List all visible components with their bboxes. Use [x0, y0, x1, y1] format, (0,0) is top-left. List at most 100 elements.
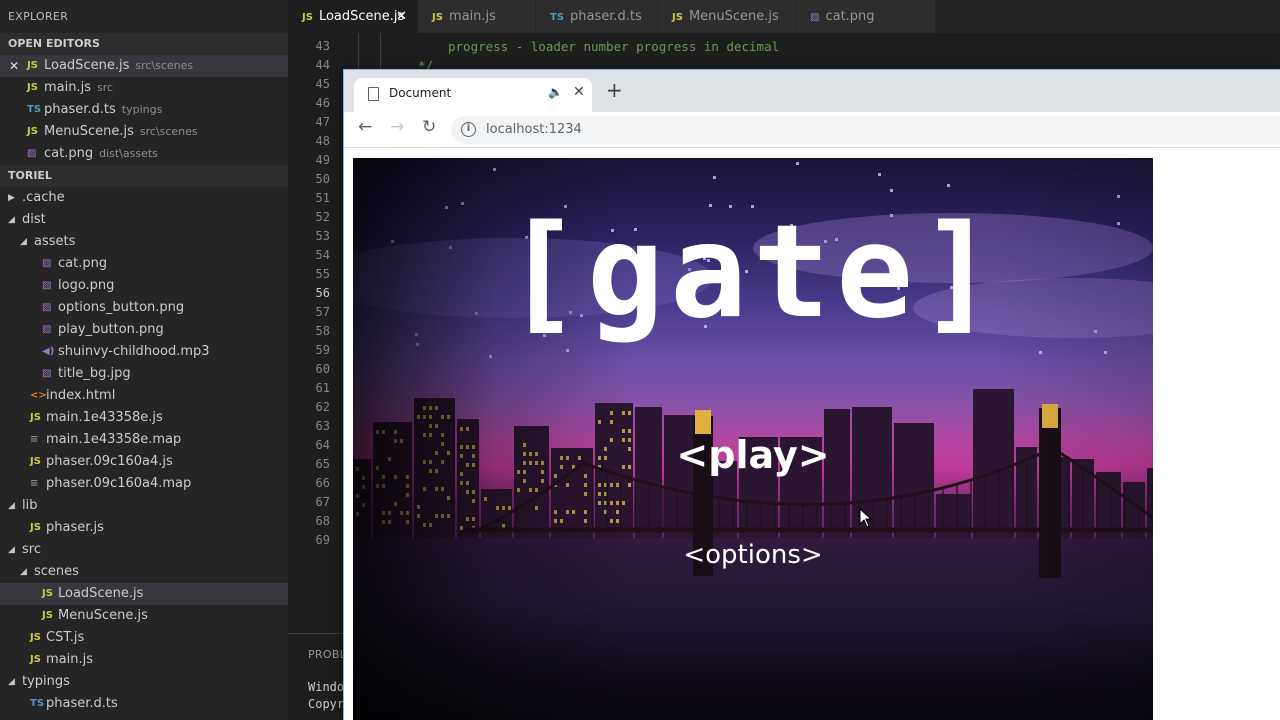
editor-tabs: JS LoadScene.js ✕ JS main.js TS phaser.d.ts JS M…: [288, 0, 1280, 33]
options-button[interactable]: <options>: [353, 540, 1153, 570]
folder-item[interactable]: ◢ assets: [0, 231, 288, 253]
bottom-shade: [353, 601, 1153, 720]
file-name-text: cat.png: [44, 146, 94, 161]
project-header[interactable]: TORIEL: [0, 165, 288, 187]
editor-tab[interactable]: TS phaser.d.ts: [536, 0, 658, 33]
js-file-icon: JS: [30, 412, 41, 423]
speaker-icon[interactable]: 🔈: [548, 85, 563, 99]
open-editor-item[interactable]: TS phaser.d.ts typings: [0, 99, 288, 121]
file-name-text: main.js: [44, 80, 91, 95]
tree-item-label: play_button.png: [58, 322, 164, 337]
code-line: progress - loader number progress in dec…: [448, 39, 780, 54]
close-icon[interactable]: ✕: [9, 55, 19, 77]
new-tab-button[interactable]: +: [606, 80, 623, 100]
chevron-down-icon[interactable]: ◢: [8, 495, 15, 517]
folder-item[interactable]: ◢ lib: [0, 495, 288, 517]
file-tree: ▶ .cache ◢ dist ◢ assets ▨ cat.png ▨ logo.png ▨ opt…: [0, 187, 288, 715]
tree-item-label: phaser.js: [46, 520, 104, 535]
file-path-description: typings: [121, 103, 163, 116]
file-name: MenuScene.js src\scenes: [44, 121, 198, 143]
file-item[interactable]: JS phaser.09c160a4.js: [0, 451, 288, 473]
js-file-icon: JS: [27, 60, 38, 71]
open-editors-header[interactable]: OPEN EDITORS: [0, 33, 288, 55]
editor-tab[interactable]: JS LoadScene.js ✕: [288, 0, 418, 33]
line-number: 62: [315, 400, 330, 414]
line-number: 68: [315, 514, 330, 528]
file-item[interactable]: ≡ main.1e43358e.map: [0, 429, 288, 451]
chevron-down-icon[interactable]: ◢: [8, 671, 15, 693]
forward-button[interactable]: →: [390, 119, 404, 136]
line-number: 51: [315, 191, 330, 205]
js-file-icon: JS: [30, 522, 41, 533]
chevron-down-icon[interactable]: ◢: [20, 561, 27, 583]
tree-item-label: LoadScene.js: [58, 586, 144, 601]
editor-tab[interactable]: JS main.js: [418, 0, 536, 33]
chevron-down-icon[interactable]: ◢: [20, 231, 27, 253]
file-item[interactable]: ▨ cat.png: [0, 253, 288, 275]
file-item[interactable]: ▨ play_button.png: [0, 319, 288, 341]
file-item[interactable]: ◀) shuinvy-childhood.mp3: [0, 341, 288, 363]
game-canvas[interactable]: [gate] <play> <options>: [353, 158, 1153, 720]
editor-tab[interactable]: JS MenuScene.js: [658, 0, 796, 33]
editor-tab[interactable]: ▨ cat.png: [796, 0, 936, 33]
file-item[interactable]: ▨ logo.png: [0, 275, 288, 297]
file-item[interactable]: TS phaser.d.ts: [0, 693, 288, 715]
folder-item[interactable]: ◢ dist: [0, 209, 288, 231]
tree-item-label: logo.png: [58, 278, 115, 293]
game-logo-title: [gate]: [503, 198, 1003, 347]
file-item[interactable]: ≡ phaser.09c160a4.map: [0, 473, 288, 495]
browser-tab[interactable]: Document 🔈 ✕: [354, 78, 592, 112]
play-button[interactable]: <play>: [353, 433, 1153, 477]
file-item[interactable]: JS phaser.js: [0, 517, 288, 539]
file-item[interactable]: <> index.html: [0, 385, 288, 407]
line-number: 59: [315, 343, 330, 357]
js-file-icon: JS: [672, 12, 683, 23]
open-editor-item[interactable]: ▨ cat.png dist\assets: [0, 143, 288, 165]
line-number: 49: [315, 153, 330, 167]
file-item[interactable]: JS main.js: [0, 649, 288, 671]
file-name: cat.png dist\assets: [44, 143, 158, 165]
chevron-down-icon[interactable]: ◢: [8, 209, 15, 231]
file-item[interactable]: JS CST.js: [0, 627, 288, 649]
project-label: TORIEL: [8, 169, 52, 182]
reload-button[interactable]: ↻: [422, 119, 436, 136]
file-item[interactable]: ▨ title_bg.jpg: [0, 363, 288, 385]
chevron-right-icon[interactable]: ▶: [8, 187, 15, 209]
info-icon[interactable]: i: [461, 122, 476, 137]
tree-item-label: typings: [22, 674, 70, 689]
line-number: 69: [315, 533, 330, 547]
file-item[interactable]: JS LoadScene.js: [0, 583, 288, 605]
line-number: 57: [315, 305, 330, 319]
tree-item-label: index.html: [46, 388, 116, 403]
open-editor-item[interactable]: JS main.js src: [0, 77, 288, 99]
file-item[interactable]: ▨ options_button.png: [0, 297, 288, 319]
tree-item-label: lib: [22, 498, 38, 513]
back-button[interactable]: ←: [358, 119, 372, 136]
file-name: phaser.d.ts typings: [44, 99, 162, 121]
document-icon: [368, 87, 379, 101]
folder-item[interactable]: ◢ scenes: [0, 561, 288, 583]
chevron-down-icon[interactable]: ◢: [8, 539, 15, 561]
line-number: 60: [315, 362, 330, 376]
file-item[interactable]: JS main.1e43358e.js: [0, 407, 288, 429]
line-number: 66: [315, 476, 330, 490]
explorer-sidebar: EXPLORER OPEN EDITORS ✕ JS LoadScene.js src…: [0, 0, 288, 720]
close-tab-icon[interactable]: ✕: [573, 84, 585, 100]
open-editor-item[interactable]: JS MenuScene.js src\scenes: [0, 121, 288, 143]
file-path-description: src\scenes: [139, 125, 198, 138]
tree-item-label: assets: [34, 234, 76, 249]
file-item[interactable]: JS MenuScene.js: [0, 605, 288, 627]
open-editor-item[interactable]: ✕ JS LoadScene.js src\scenes: [0, 55, 288, 77]
browser-toolbar: ← → ↻ i localhost:1234: [344, 112, 1280, 148]
tree-item-label: scenes: [34, 564, 79, 579]
tree-item-label: src: [22, 542, 41, 557]
folder-item[interactable]: ▶ .cache: [0, 187, 288, 209]
address-bar[interactable]: i localhost:1234: [451, 116, 1280, 144]
tree-item-label: .cache: [22, 190, 65, 205]
close-tab-icon[interactable]: ✕: [396, 0, 407, 33]
browser-window: Document 🔈 ✕ + ← → ↻ i localhost:1234 [g…: [343, 69, 1280, 720]
img-file-icon: ▨: [42, 368, 52, 379]
ts-file-icon: TS: [30, 698, 45, 709]
folder-item[interactable]: ◢ src: [0, 539, 288, 561]
folder-item[interactable]: ◢ typings: [0, 671, 288, 693]
